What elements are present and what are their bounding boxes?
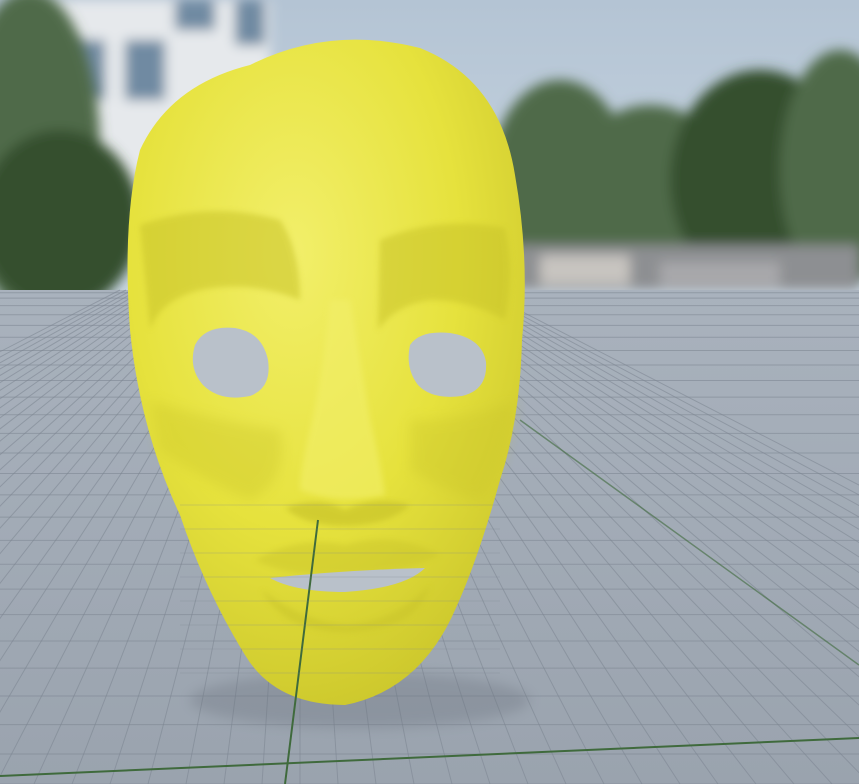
scene-canvas[interactable] bbox=[0, 0, 859, 784]
render-viewport[interactable] bbox=[0, 0, 859, 784]
